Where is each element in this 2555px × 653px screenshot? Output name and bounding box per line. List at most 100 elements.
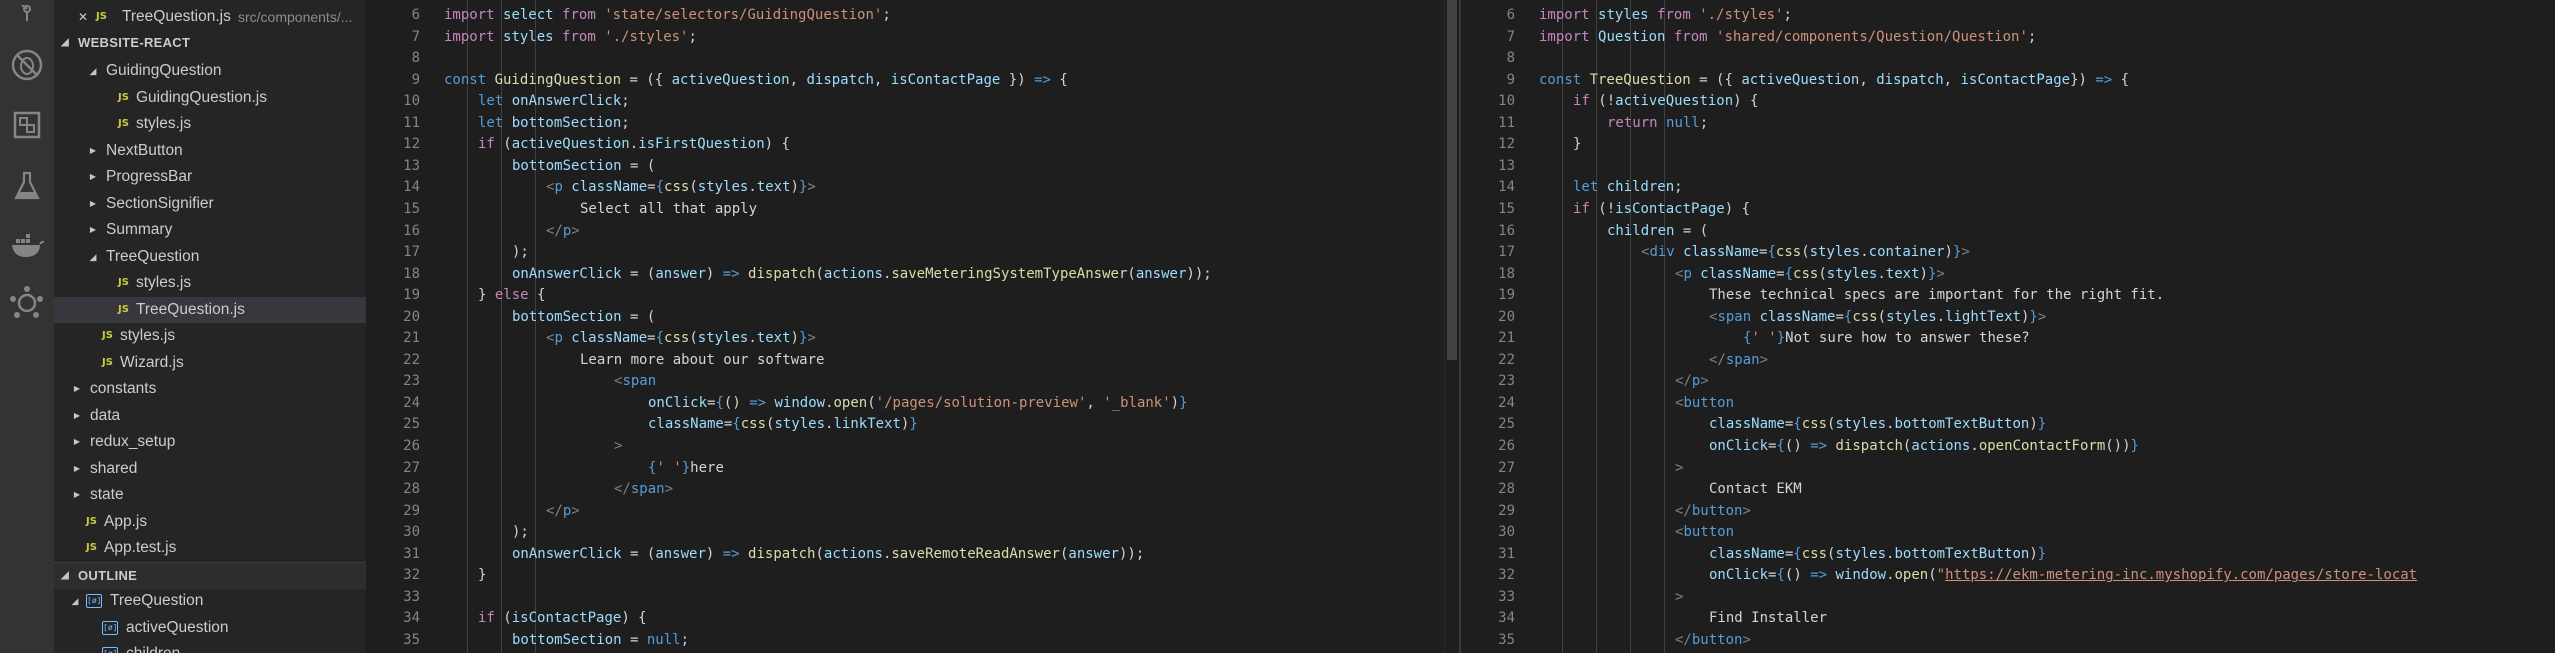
code-line[interactable]: 17 <div className={css(styles.container)}…: [1461, 242, 2555, 264]
code-line[interactable]: 15 Select all that apply: [366, 199, 1444, 221]
code-line[interactable]: 25 className={css(styles.bottomTextButton…: [1461, 414, 2555, 436]
code-line[interactable]: 26 onClick={() => dispatch(actions.openCo…: [1461, 436, 2555, 458]
tree-folder[interactable]: ▶ shared: [54, 456, 366, 482]
code-line[interactable]: 17);: [366, 242, 1444, 264]
code-line[interactable]: 6 import styles from './styles';: [1461, 5, 2555, 27]
code-line[interactable]: 14 <p className={css(styles.text)}>: [366, 177, 1444, 199]
live-share-icon[interactable]: [9, 285, 45, 321]
code-line[interactable]: 35 bottomSection = null;: [366, 630, 1444, 652]
code-line[interactable]: 19} else {: [366, 285, 1444, 307]
code-line[interactable]: 32 onClick={() => window.open("https://ek…: [1461, 565, 2555, 587]
outline-section-header[interactable]: ◢ OUTLINE: [54, 562, 366, 589]
code-line[interactable]: 29 </button>: [1461, 501, 2555, 523]
code-line[interactable]: 32}: [366, 565, 1444, 587]
project-section-header[interactable]: ◢ WEBSITE-REACT: [54, 30, 366, 56]
code-line[interactable]: 13: [1461, 156, 2555, 178]
left-editor[interactable]: 6 import select from 'state/selectors/Gui…: [366, 0, 1444, 653]
code-line[interactable]: 18 <p className={css(styles.text)}>: [1461, 264, 2555, 286]
code-line[interactable]: 6 import select from 'state/selectors/Gui…: [366, 5, 1444, 27]
code-line[interactable]: 31 className={css(styles.bottomTextButton…: [1461, 544, 2555, 566]
tree-item-label: ProgressBar: [106, 168, 193, 185]
code-line[interactable]: 35 </button>: [1461, 630, 2555, 652]
debug-icon[interactable]: [9, 47, 45, 83]
code-line[interactable]: 16 children = (: [1461, 221, 2555, 243]
source-control-icon[interactable]: [9, 0, 45, 36]
tree-file[interactable]: JS Wizard.js: [54, 350, 366, 376]
tree-file[interactable]: JS App.js: [54, 509, 366, 535]
code-line[interactable]: 8: [366, 48, 1444, 70]
code-line[interactable]: 28 Contact EKM: [1461, 479, 2555, 501]
code-line[interactable]: 24 onClick={() => window.open('/pages/sol…: [366, 393, 1444, 415]
code-line[interactable]: 8: [1461, 48, 2555, 70]
code-line[interactable]: 26 >: [366, 436, 1444, 458]
tree-file[interactable]: JS App.test.js: [54, 535, 366, 561]
code-line[interactable]: 19 These technical specs are important fo…: [1461, 285, 2555, 307]
left-editor-scrollbar[interactable]: [1444, 0, 1459, 653]
code-line[interactable]: 11 return null;: [1461, 113, 2555, 135]
outline-item[interactable]: [ø] activeQuestion: [54, 615, 366, 641]
line-number: 21: [403, 330, 420, 347]
outline-item[interactable]: ◢ [ø] TreeQuestion: [54, 588, 366, 614]
code-line[interactable]: 18 onAnswerClick = (answer) => dispatch(a…: [366, 264, 1444, 286]
code-line[interactable]: 12}: [1461, 134, 2555, 156]
code-line[interactable]: 12 if (activeQuestion.isFirstQuestion) {: [366, 134, 1444, 156]
tree-file[interactable]: JS styles.js: [54, 270, 366, 296]
code-line[interactable]: 27 >: [1461, 458, 2555, 480]
code-line[interactable]: 33 >: [1461, 587, 2555, 609]
tree-folder[interactable]: ▶ NextButton: [54, 138, 366, 164]
tree-file[interactable]: JS styles.js: [54, 111, 366, 137]
code-line[interactable]: 25 className={css(styles.linkText)}: [366, 414, 1444, 436]
code-line[interactable]: 30 <button: [1461, 522, 2555, 544]
code-line[interactable]: 22 Learn more about our software: [366, 350, 1444, 372]
code-line[interactable]: 22 </span>: [1461, 350, 2555, 372]
tree-folder[interactable]: ▶ ProgressBar: [54, 164, 366, 190]
code-line[interactable]: 34 Find Installer: [1461, 608, 2555, 630]
tree-file[interactable]: JS GuidingQuestion.js: [54, 85, 366, 111]
code-line[interactable]: 21 <p className={css(styles.text)}>: [366, 328, 1444, 350]
tree-folder[interactable]: ▶ data: [54, 403, 366, 429]
code-line[interactable]: 14 let children;: [1461, 177, 2555, 199]
code-line[interactable]: 31 onAnswerClick = (answer) => dispatch(a…: [366, 544, 1444, 566]
tree-folder[interactable]: ▶ Summary: [54, 217, 366, 243]
extensions-icon[interactable]: [9, 107, 45, 143]
outline-item[interactable]: [ø] children: [54, 641, 366, 653]
tree-folder[interactable]: ▶ SectionSignifier: [54, 191, 366, 217]
docker-icon[interactable]: [9, 228, 45, 264]
code-line[interactable]: 23 </p>: [1461, 371, 2555, 393]
open-editor-item[interactable]: ✕ JS TreeQuestion.js src/components/...: [54, 4, 366, 30]
code-line[interactable]: 27 {' '}here: [366, 458, 1444, 480]
code-text: onClick={() => dispatch(actions.openCont…: [1709, 438, 2139, 454]
close-icon[interactable]: ✕: [78, 4, 88, 30]
code-line[interactable]: 7 import styles from './styles';: [366, 27, 1444, 49]
code-line[interactable]: 24 <button: [1461, 393, 2555, 415]
tree-folder[interactable]: ▶ redux_setup: [54, 429, 366, 455]
code-line[interactable]: 30);: [366, 522, 1444, 544]
tree-file[interactable]: JS TreeQuestion.js: [54, 296, 366, 323]
tree-folder[interactable]: ▶ constants: [54, 376, 366, 402]
code-line[interactable]: 20 <span className={css(styles.lightText)…: [1461, 307, 2555, 329]
code-line[interactable]: 9 const GuidingQuestion = ({ activeQuesti…: [366, 70, 1444, 92]
code-line[interactable]: 20 bottomSection = (: [366, 307, 1444, 329]
tree-file[interactable]: JS styles.js: [54, 323, 366, 349]
code-line[interactable]: 33: [366, 587, 1444, 609]
tree-folder[interactable]: ◢ GuidingQuestion: [54, 58, 366, 84]
code-line[interactable]: 10 let onAnswerClick;: [366, 91, 1444, 113]
code-line[interactable]: 11 let bottomSection;: [366, 113, 1444, 135]
code-line[interactable]: 21 {' '}Not sure how to answer these?: [1461, 328, 2555, 350]
code-line[interactable]: 13 bottomSection = (: [366, 156, 1444, 178]
scrollbar-thumb[interactable]: [1447, 0, 1457, 360]
line-number: 10: [1498, 93, 1515, 110]
test-flask-icon[interactable]: [9, 168, 45, 204]
code-line[interactable]: 34 if (isContactPage) {: [366, 608, 1444, 630]
code-line[interactable]: 10 if (!activeQuestion) {: [1461, 91, 2555, 113]
code-line[interactable]: 28 </span>: [366, 479, 1444, 501]
code-line[interactable]: 7 import Question from 'shared/components…: [1461, 27, 2555, 49]
code-line[interactable]: 16 </p>: [366, 221, 1444, 243]
code-line[interactable]: 23 <span: [366, 371, 1444, 393]
tree-folder[interactable]: ◢ TreeQuestion: [54, 244, 366, 270]
code-line[interactable]: 15 if (!isContactPage) {: [1461, 199, 2555, 221]
code-line[interactable]: 29 </p>: [366, 501, 1444, 523]
right-editor[interactable]: 6 import styles from './styles'; 7 import Q…: [1461, 0, 2555, 653]
code-line[interactable]: 9 const TreeQuestion = ({ activeQuestion,…: [1461, 70, 2555, 92]
tree-folder[interactable]: ▶ state: [54, 482, 366, 508]
